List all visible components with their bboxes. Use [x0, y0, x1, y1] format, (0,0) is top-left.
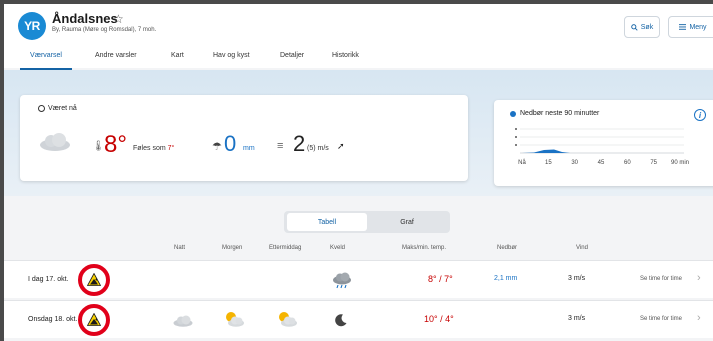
- toggle-graph[interactable]: Graf: [367, 213, 447, 231]
- search-button[interactable]: Søk: [624, 16, 660, 38]
- cloud-icon: [173, 315, 193, 327]
- rain-cloud-icon: [333, 272, 351, 289]
- row-maxmin-temp: 8° / 7°: [428, 274, 453, 284]
- current-precipitation: 0: [224, 131, 237, 156]
- view-toggle: Tabell Graf: [284, 211, 450, 233]
- location-title: Åndalsnes: [52, 11, 118, 26]
- current-weather-title: Været nå: [38, 105, 77, 112]
- header-precip: Nedbør: [497, 245, 518, 251]
- tab-hav-og-kyst[interactable]: Hav og kyst: [213, 52, 250, 70]
- tab-andre-varsler[interactable]: Andre varsler: [95, 52, 137, 70]
- header-maxmin: Maks/min. temp.: [402, 245, 447, 251]
- rain-tick-label: 75: [650, 160, 657, 166]
- warning-highlight-ring[interactable]: [78, 264, 110, 296]
- wind-direction-arrow-icon: ➚: [337, 141, 345, 151]
- see-hourly-link[interactable]: Se time for time: [640, 276, 682, 282]
- row-precip: 2,1 mm: [494, 275, 518, 282]
- search-icon: [631, 23, 638, 31]
- row-maxmin-temp: 10° / 4°: [424, 314, 454, 324]
- row-wind: 3 m/s: [568, 315, 586, 322]
- toggle-table[interactable]: Tabell: [287, 213, 367, 231]
- table-row[interactable]: I dag 17. okt. 8° / 7° 2,1 mm 3 m/s Se t…: [4, 260, 713, 298]
- main-tabs: Værvarsel Andre varsler Kart Hav og kyst…: [4, 52, 713, 70]
- landslide-warning-icon: [87, 273, 101, 286]
- header-night: Natt: [174, 245, 186, 251]
- current-wind: 2: [293, 131, 306, 156]
- header-evening: Kveld: [330, 245, 346, 251]
- cloud-icon: [40, 133, 70, 151]
- feels-like-text: Føles som 7°: [133, 145, 174, 152]
- wind-unit: (5) m/s: [307, 145, 329, 152]
- rain-mini-chart: Nå 15 30 45 60 75 90 min: [515, 128, 689, 166]
- header-morning: Morgen: [222, 245, 243, 251]
- yr-logo-icon[interactable]: YR: [18, 12, 46, 40]
- umbrella-icon: ☂: [212, 141, 222, 153]
- row-wind: 3 m/s: [568, 275, 586, 282]
- tab-vaervarsel[interactable]: Værvarsel: [20, 52, 72, 70]
- rain-tick-label: 90 min: [671, 160, 689, 166]
- location-subtitle: By, Rauma (Møre og Romsdal), 7 moh.: [52, 27, 157, 33]
- search-label: Søk: [640, 23, 654, 31]
- chevron-right-icon[interactable]: ›: [697, 272, 701, 284]
- clock-icon: [38, 105, 45, 112]
- tab-historikk[interactable]: Historikk: [332, 52, 359, 70]
- current-weather-card: Været nå 🌡 8° Føles som 7° ☂ 0 mm ≡ 2 (5…: [20, 95, 468, 181]
- rain-area: [522, 149, 570, 153]
- rain-tick-label: 45: [598, 160, 605, 166]
- see-hourly-link[interactable]: Se time for time: [640, 316, 682, 322]
- partly-cloudy-icon: [226, 312, 244, 327]
- landslide-warning-icon: [87, 313, 101, 326]
- rain-tick-label: 15: [545, 160, 552, 166]
- current-weather-label: Været nå: [48, 105, 77, 112]
- menu-button[interactable]: Meny: [668, 16, 713, 38]
- moon-icon: [335, 314, 347, 327]
- menu-label: Meny: [689, 23, 707, 31]
- header-afternoon: Ettermiddag: [269, 245, 302, 251]
- tab-detaljer[interactable]: Detaljer: [280, 52, 304, 70]
- thermometer-icon: 🌡: [92, 141, 105, 152]
- table-row[interactable]: Onsdag 18. okt. 10° / 4° 3 m/s Se time f…: [4, 300, 713, 338]
- feels-like-value: 7°: [167, 145, 175, 152]
- row-date: I dag 17. okt.: [28, 276, 69, 283]
- rain-tick-label: 60: [624, 160, 631, 166]
- chevron-right-icon[interactable]: ›: [697, 312, 701, 324]
- current-temperature: 8°: [104, 131, 127, 158]
- precipitation-unit: mm: [243, 145, 255, 152]
- header-wind: Vind: [576, 245, 588, 251]
- tab-kart[interactable]: Kart: [171, 52, 184, 70]
- site-header: YR Åndalsnes ☆ By, Rauma (Møre og Romsda…: [4, 4, 713, 70]
- feels-like-label: Føles som: [133, 145, 166, 152]
- page: YR Åndalsnes ☆ By, Rauma (Møre og Romsda…: [4, 4, 713, 341]
- row-date: Onsdag 18. okt.: [28, 316, 78, 323]
- rain-next-90-card[interactable]: Nedbør neste 90 minutter i Nå 15 30 45 60 75 9…: [494, 100, 713, 186]
- hamburger-menu-icon: [679, 24, 687, 30]
- rain-tick-label: Nå: [518, 159, 526, 166]
- partly-cloudy-icon: [279, 312, 297, 327]
- warning-highlight-ring[interactable]: [78, 304, 110, 336]
- favorite-star-icon[interactable]: ☆: [113, 12, 124, 26]
- wind-icon: ≡: [277, 140, 284, 152]
- rain-tick-label: 30: [571, 160, 578, 166]
